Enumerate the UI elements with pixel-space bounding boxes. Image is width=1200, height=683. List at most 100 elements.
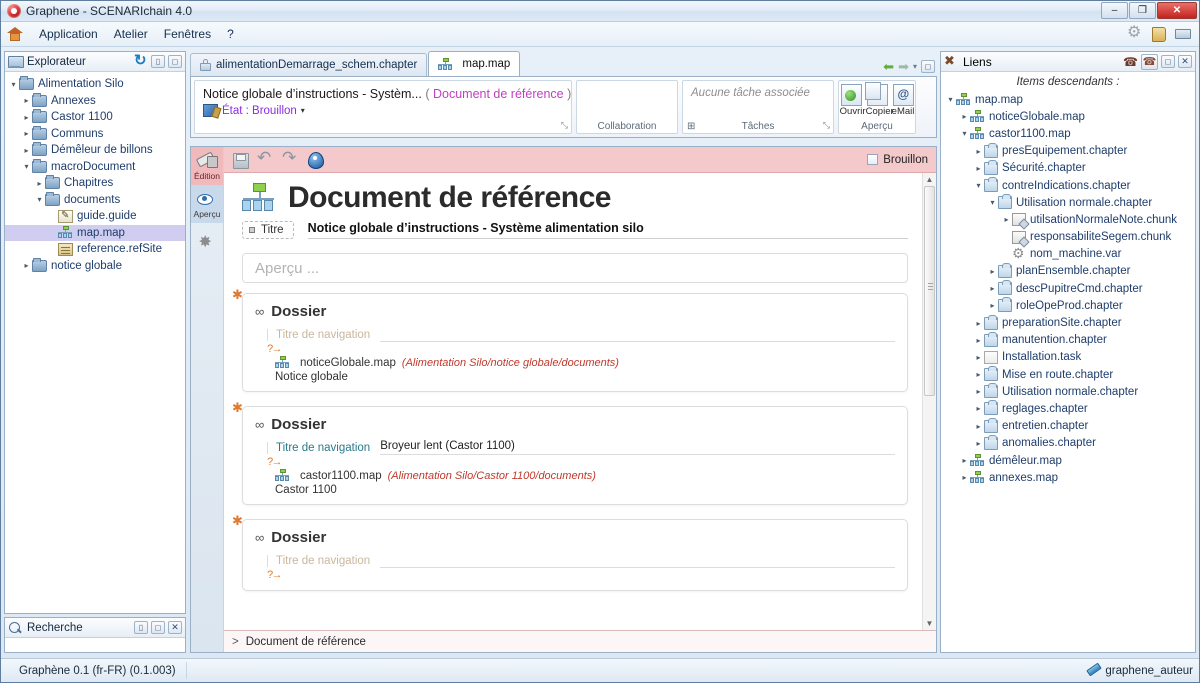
explorer-tree-item[interactable]: Démêleur de billons (5, 142, 185, 159)
close-panel-icon[interactable]: ✕ (1178, 55, 1192, 68)
tree-toggle-icon[interactable] (987, 198, 998, 207)
titre-tag[interactable]: Titre (242, 221, 294, 239)
tree-toggle-icon[interactable] (959, 129, 970, 138)
maximize-button[interactable]: ❐ (1129, 2, 1156, 19)
tree-toggle-icon[interactable] (959, 112, 970, 121)
liens-tree-item[interactable]: Installation.task (941, 349, 1195, 366)
liens-tree-item[interactable]: Utilisation normale.chapter (941, 194, 1195, 211)
tree-toggle-icon[interactable] (973, 319, 984, 328)
scroll-up-icon[interactable]: ▲ (923, 173, 936, 186)
copy-button[interactable]: Copier (865, 82, 894, 117)
explorer-tree[interactable]: Alimentation Silo Annexes Castor 1100 Commu… (5, 72, 185, 613)
linked-item-row[interactable]: castor1100.map (Alimentation Silo/Castor … (255, 469, 895, 482)
email-button[interactable]: eMail (892, 84, 914, 117)
menu-item-atelier[interactable]: Atelier (106, 25, 156, 43)
tree-toggle-icon[interactable] (973, 147, 984, 156)
liens-tree-item[interactable]: utilsationNormaleNote.chunk (941, 211, 1195, 228)
scroll-down-icon[interactable]: ▼ (923, 617, 936, 630)
tree-toggle-icon[interactable] (973, 422, 984, 431)
liens-tree-item[interactable]: descPupitreCmd.chapter (941, 280, 1195, 297)
explorer-tree-item[interactable]: macroDocument (5, 158, 185, 176)
tree-toggle-icon[interactable] (34, 195, 45, 204)
tree-toggle-icon[interactable] (959, 473, 970, 482)
explorer-tree-item[interactable]: reference.refSite (5, 241, 185, 258)
tree-toggle-icon[interactable] (973, 336, 984, 345)
liens-tree-item[interactable]: noticeGlobale.map (941, 108, 1195, 125)
restore-panel-icon[interactable]: ◻ (1161, 55, 1175, 68)
liens-tree-item[interactable]: manutention.chapter (941, 331, 1195, 349)
liens-tree-item[interactable]: nom_machine.var (941, 245, 1195, 263)
tree-toggle-icon[interactable] (973, 164, 984, 173)
tree-toggle-icon[interactable] (1001, 215, 1012, 224)
liens-tree-item[interactable]: preparationSite.chapter (941, 314, 1195, 331)
breadcrumb[interactable]: Document de référence (246, 636, 366, 648)
tree-toggle-icon[interactable] (987, 301, 998, 310)
tree-toggle-icon[interactable] (973, 181, 984, 190)
minimize-panel-icon[interactable]: ▯ (134, 621, 148, 634)
restore-panel-icon[interactable]: ◻ (921, 60, 935, 73)
minimize-button[interactable]: – (1101, 2, 1128, 19)
nav-title-input[interactable]: Broyeur lent (Castor 1100) (380, 440, 895, 455)
liens-tree-item[interactable]: Sécurité.chapter (941, 159, 1195, 177)
liens-tree-item[interactable]: démêleur.map (941, 452, 1195, 469)
checkbox-icon[interactable] (867, 154, 879, 165)
tree-toggle-icon[interactable] (34, 179, 45, 188)
home-icon[interactable] (7, 27, 23, 41)
tree-toggle-icon[interactable] (8, 80, 19, 89)
tree-toggle-icon[interactable] (959, 456, 970, 465)
chevron-down-icon[interactable]: ▾ (913, 62, 917, 71)
linked-item-row[interactable]: noticeGlobale.map (Alimentation Silo/noti… (255, 356, 895, 369)
nav-title-input[interactable] (380, 553, 895, 568)
tree-toggle-icon[interactable] (973, 387, 984, 396)
titre-input[interactable]: Notice globale d’instructions - Système … (307, 221, 908, 239)
explorer-tree-item[interactable]: Alimentation Silo (5, 76, 185, 93)
explorer-tree-item[interactable]: Castor 1100 (5, 109, 185, 126)
tree-toggle-icon[interactable] (973, 370, 984, 379)
brouillon-toggle[interactable]: Brouillon (867, 154, 928, 166)
tree-toggle-icon[interactable] (987, 284, 998, 293)
group-expander[interactable]: ⤡ (823, 120, 830, 131)
menu-item-fenetres[interactable]: Fenêtres (156, 25, 219, 43)
save-icon[interactable] (230, 150, 250, 170)
explorer-tree-item[interactable]: Chapitres (5, 175, 185, 192)
tree-toggle-icon[interactable] (21, 129, 32, 138)
liens-tree-item[interactable]: roleOpeProd.chapter (941, 297, 1195, 314)
liens-tree-item[interactable]: map.map (941, 91, 1195, 108)
tree-toggle-icon[interactable] (21, 146, 32, 155)
explorer-tree-item[interactable]: Communs (5, 125, 185, 143)
liens-tree-item[interactable]: entretien.chapter (941, 417, 1195, 435)
liens-tree-item[interactable]: annexes.map (941, 469, 1195, 486)
print-preview-icon[interactable] (1175, 26, 1193, 43)
explorer-tree-item[interactable]: Annexes (5, 92, 185, 110)
maximize-panel-icon[interactable]: ◻ (168, 55, 182, 68)
incoming-links-icon[interactable]: ☎ (1123, 55, 1138, 69)
liens-tree-item[interactable]: anomalies.chapter (941, 434, 1195, 452)
close-button[interactable]: ✕ (1157, 2, 1197, 19)
liens-tree-item[interactable]: Utilisation normale.chapter (941, 383, 1195, 400)
liens-tree-item[interactable]: presEquipement.chapter (941, 142, 1195, 160)
tab-apercu[interactable]: Aperçu (191, 185, 223, 223)
undo-icon[interactable] (255, 148, 275, 170)
tree-toggle-icon[interactable] (21, 261, 32, 270)
tree-toggle-icon[interactable] (21, 162, 32, 171)
status-selector[interactable]: État : Brouillon ▾ (203, 104, 563, 117)
tree-toggle-icon[interactable] (973, 353, 984, 362)
liens-tree-item[interactable]: reglages.chapter (941, 400, 1195, 417)
explorer-tree-item[interactable]: map.map (5, 224, 185, 241)
info-icon[interactable] (305, 150, 325, 170)
nav-title-input[interactable] (380, 327, 895, 342)
gear-icon[interactable] (1127, 22, 1145, 43)
tree-toggle-icon[interactable] (945, 95, 956, 104)
outgoing-links-icon[interactable]: ☎ (1141, 53, 1158, 70)
menu-item-help[interactable]: ? (219, 25, 242, 43)
arrow-right-icon[interactable]: ➡ (898, 60, 909, 73)
liens-tree-item[interactable]: contreIndications.chapter (941, 177, 1195, 194)
scrollbar-thumb[interactable] (924, 186, 935, 396)
tree-toggle-icon[interactable] (987, 267, 998, 276)
liens-tree-item[interactable]: planEnsemble.chapter (941, 262, 1195, 280)
open-preview-button[interactable]: Ouvrir (840, 84, 866, 117)
tree-toggle-icon[interactable] (973, 439, 984, 448)
liens-tree-item[interactable]: castor1100.map (941, 125, 1195, 142)
liens-tree-item[interactable]: Mise en route.chapter (941, 366, 1195, 383)
minimize-panel-icon[interactable]: ▯ (151, 55, 165, 68)
